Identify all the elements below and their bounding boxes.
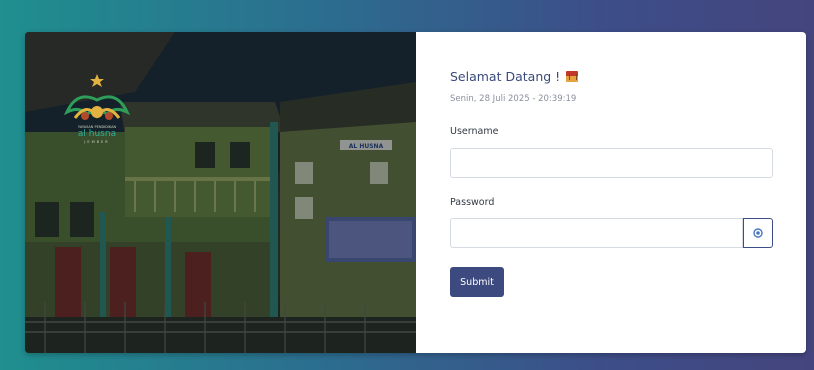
gift-icon (566, 71, 579, 82)
greeting-heading: Selamat Datang ! (450, 69, 579, 84)
login-form-panel: Selamat Datang ! Senin, 28 Juli 2025 - 2… (416, 32, 806, 353)
username-label: Username (450, 126, 499, 137)
submit-button[interactable]: Submit (450, 267, 504, 297)
current-datetime: Senin, 28 Juli 2025 - 20:39:19 (450, 94, 577, 104)
eye-icon (753, 228, 763, 238)
logo-text: al husna (78, 129, 116, 139)
password-toggle-button[interactable] (743, 218, 773, 248)
logo-city: JEMBER (83, 140, 109, 144)
school-building-photo: AL HUSNA YAYASAN PENDIDIKAN al husna JEM… (25, 32, 416, 353)
password-input[interactable] (450, 218, 743, 248)
password-label: Password (450, 197, 495, 208)
login-card: AL HUSNA YAYASAN PENDIDIKAN al husna JEM… (25, 32, 806, 353)
greeting-text: Selamat Datang ! (450, 69, 561, 84)
username-input[interactable] (450, 148, 773, 178)
school-logo-icon: YAYASAN PENDIDIKAN al husna JEMBER (63, 74, 131, 144)
